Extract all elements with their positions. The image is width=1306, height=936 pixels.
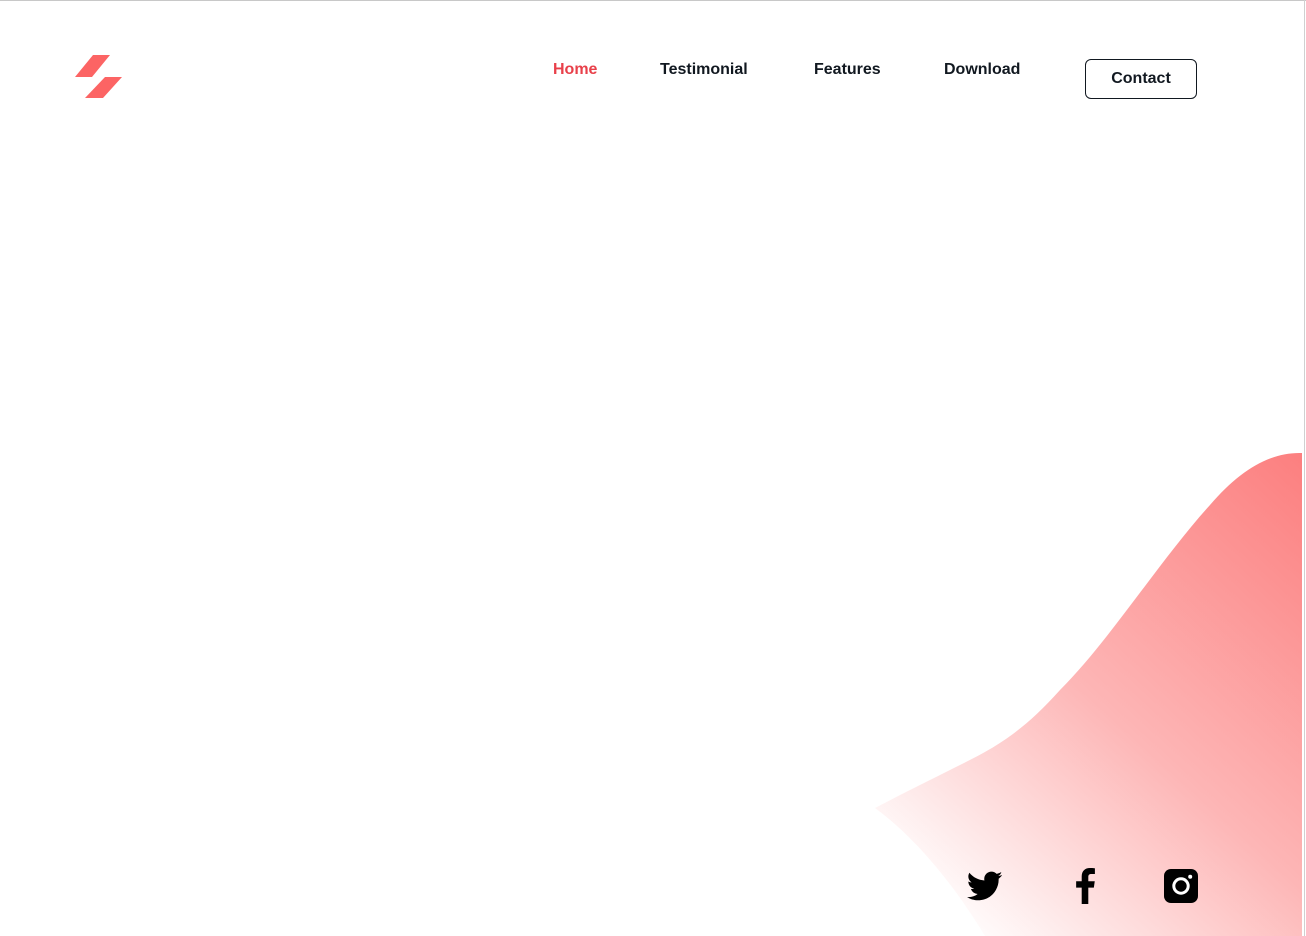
nav-features[interactable]: Features — [814, 58, 881, 82]
lightning-slash-logo[interactable] — [74, 55, 124, 99]
twitter-icon[interactable] — [965, 868, 1005, 904]
facebook-icon[interactable] — [1073, 868, 1097, 904]
nav-download[interactable]: Download — [944, 58, 1020, 82]
nav-testimonial[interactable]: Testimonial — [660, 58, 748, 82]
window-right-border — [1304, 0, 1305, 936]
window-top-border — [0, 0, 1306, 1]
hero-wave-shape — [875, 452, 1302, 936]
nav-home[interactable]: Home — [553, 58, 597, 82]
instagram-icon[interactable] — [1164, 869, 1198, 903]
contact-button[interactable]: Contact — [1085, 59, 1197, 99]
